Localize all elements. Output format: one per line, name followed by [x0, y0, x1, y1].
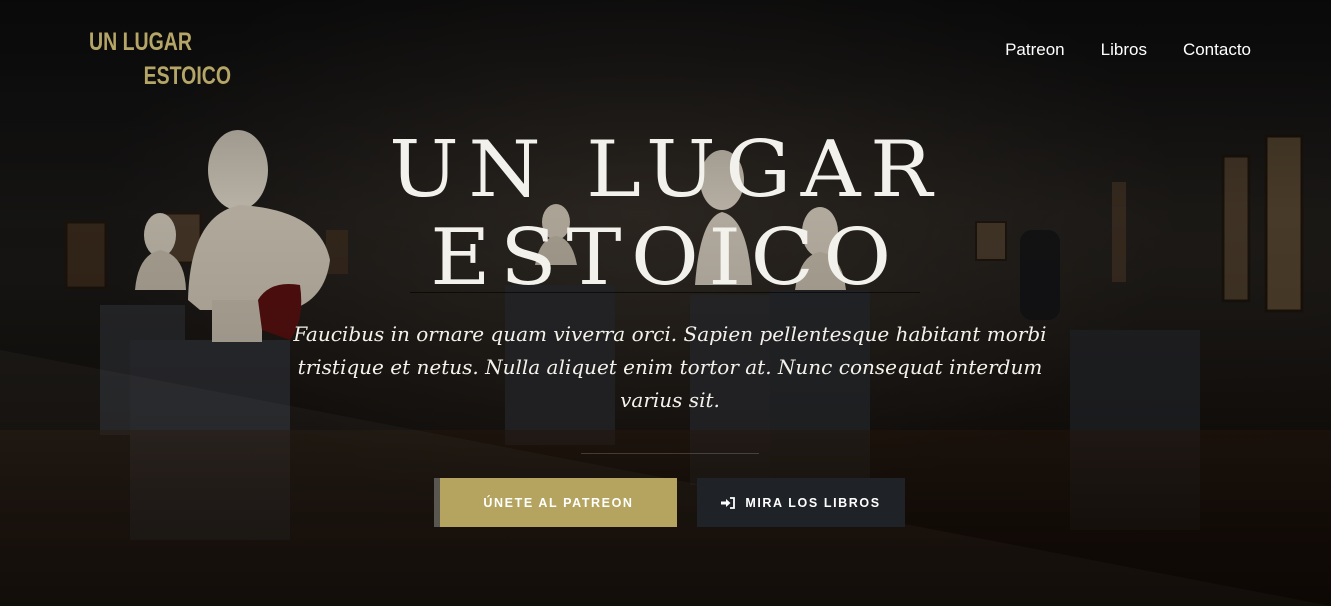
view-books-button[interactable]: MIRA LOS LIBROS: [697, 478, 905, 527]
site-logo[interactable]: UN LUGAR ESTOICO: [89, 28, 231, 92]
hero-subtitle: Faucibus in ornare quam viverra orci. Sa…: [293, 322, 1047, 412]
view-books-label: MIRA LOS LIBROS: [745, 495, 881, 510]
logo-line-1: UN LUGAR: [89, 28, 192, 56]
nav-item-libros[interactable]: Libros: [1101, 38, 1147, 62]
hero-title: UN LUGAR ESTOICO: [0, 126, 1331, 302]
hero-divider: [581, 453, 759, 454]
nav-item-patreon[interactable]: Patreon: [1005, 38, 1065, 62]
hero-section: UN LUGAR ESTOICO Patreon Libros Contacto…: [0, 0, 1331, 606]
sign-in-icon: [721, 496, 736, 509]
hero-title-line-1: UN LUGAR: [389, 125, 942, 215]
join-patreon-label: ÚNETE AL PATREON: [483, 495, 634, 510]
logo-line-2: ESTOICO: [143, 62, 232, 90]
nav-item-contacto[interactable]: Contacto: [1183, 38, 1251, 62]
title-underline: [410, 292, 920, 293]
join-patreon-button[interactable]: ÚNETE AL PATREON: [434, 478, 677, 527]
hero-title-line-2: ESTOICO: [430, 213, 901, 303]
main-nav: Patreon Libros Contacto: [969, 38, 1251, 62]
